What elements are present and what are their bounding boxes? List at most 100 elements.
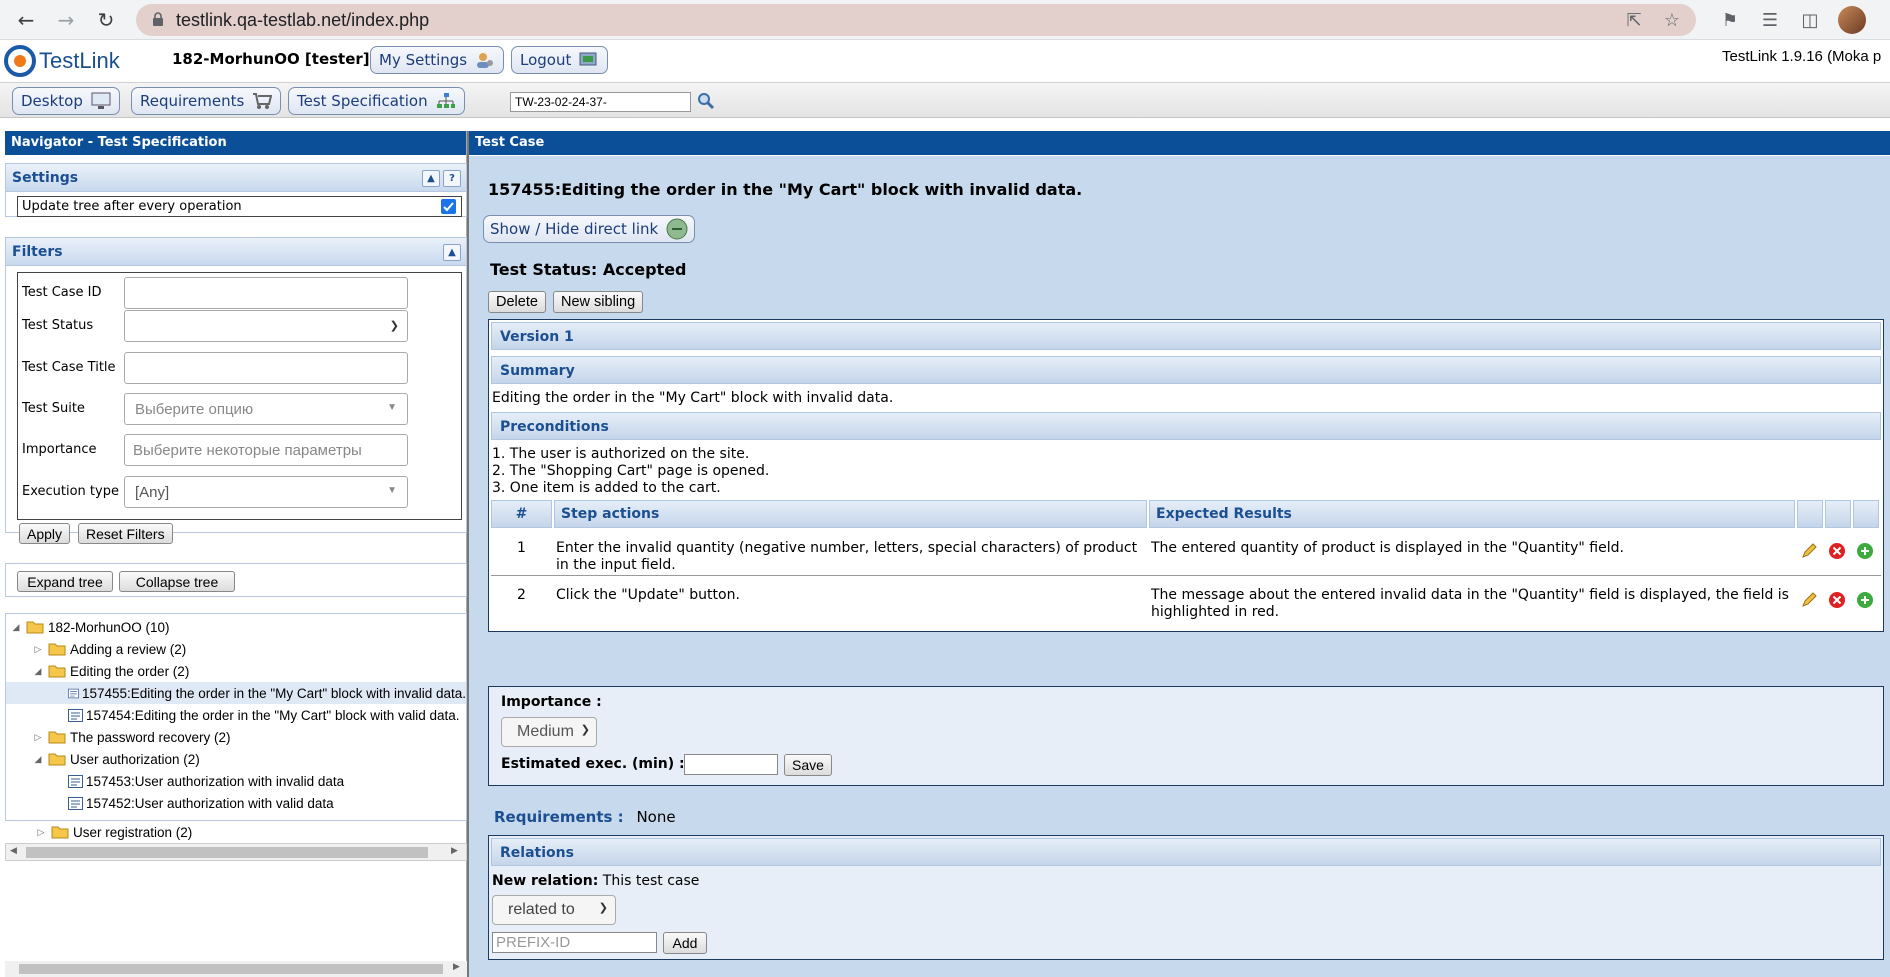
help-icon[interactable]: ? (443, 170, 461, 187)
filter-execution-type: Execution type [Any] ▼ (18, 476, 461, 517)
logo-text: TestLink (39, 48, 120, 73)
filter-importance: Importance Выберите некоторые параметры (18, 434, 461, 475)
precondition-item: 3. One item is added to the cart. (492, 480, 721, 496)
menu-requirements[interactable]: Requirements (131, 87, 282, 115)
collapse-up-icon[interactable]: ▲ (422, 170, 440, 187)
menu-requirements-label: Requirements (140, 92, 245, 110)
step-row: 1 Enter the invalid quantity (negative n… (491, 528, 1881, 576)
scroll-right-icon[interactable]: ▶ (451, 846, 458, 856)
expand-tree-button[interactable]: Expand tree (17, 571, 113, 592)
address-bar[interactable]: testlink.qa-testlab.net/index.php ⇱ ☆ (136, 4, 1696, 36)
tree-node-suite[interactable]: ▷ User registration (2) (35, 821, 193, 843)
tree-node-suite[interactable]: ◢ Editing the order (2) (32, 660, 190, 682)
importance-multiselect[interactable]: Выберите некоторые параметры (124, 434, 408, 466)
steps-col-actions: Step actions (554, 500, 1147, 528)
tree-horizontal-scrollbar[interactable]: ◀ ▶ (5, 843, 467, 861)
tree-node-suite[interactable]: ▷ Adding a review (2) (32, 638, 187, 660)
reload-icon[interactable]: ↻ (92, 6, 120, 34)
relations-box: Relations New relation: This test case r… (488, 835, 1884, 960)
my-settings-button[interactable]: My Settings (370, 46, 505, 74)
menu-test-specification[interactable]: Test Specification (288, 87, 465, 115)
prefix-id-input[interactable]: PREFIX-ID (492, 932, 657, 953)
logout-icon (579, 52, 597, 66)
bookmark-star-icon[interactable]: ☆ (1660, 8, 1684, 32)
folder-icon (51, 826, 69, 839)
delete-step-icon[interactable] (1828, 591, 1846, 609)
tree-node-testcase[interactable]: 157452:User authorization with valid dat… (68, 792, 334, 814)
menu-desktop-label: Desktop (21, 92, 83, 110)
add-step-icon[interactable] (1856, 542, 1874, 560)
show-hide-link-button[interactable]: Show / Hide direct link (483, 215, 696, 243)
add-step-icon[interactable] (1856, 591, 1874, 609)
collapse-tree-button[interactable]: Collapse tree (119, 571, 235, 592)
test-suite-select[interactable]: Выберите опцию ▼ (124, 393, 408, 425)
menu-desktop[interactable]: Desktop (12, 87, 120, 115)
edit-pencil-icon[interactable] (1800, 542, 1818, 560)
reset-filters-button[interactable]: Reset Filters (78, 523, 173, 544)
importance-select[interactable]: Medium ❯ (501, 717, 597, 747)
sidepanel-icon[interactable]: ◫ (1798, 8, 1822, 32)
scrollbar-thumb[interactable] (26, 847, 428, 858)
logout-button[interactable]: Logout (511, 46, 609, 74)
tree-node-root[interactable]: ◢ 182-MorhunOO (10) (10, 616, 170, 638)
update-tree-checkbox[interactable] (441, 199, 456, 214)
estimated-exec-input[interactable] (684, 754, 778, 775)
tree-node-testcase[interactable]: 157454:Editing the order in the "My Cart… (68, 704, 460, 726)
main-menu: Desktop Requirements Test Specification … (0, 82, 1890, 118)
settings-section: Settings ▲ ? Update tree after every ope… (5, 163, 467, 217)
tree-node-label: 157454:Editing the order in the "My Cart… (86, 707, 460, 723)
summary-title: Summary (491, 356, 1881, 384)
relation-type-select[interactable]: related to ❯ (492, 895, 616, 925)
folder-icon (48, 731, 66, 744)
step-number: 2 (517, 587, 526, 603)
delete-button[interactable]: Delete (488, 291, 546, 313)
testlink-logo[interactable]: TestLink (4, 45, 120, 77)
test-status-select[interactable]: ❯ (124, 310, 408, 342)
filters-header: Filters ▲ (6, 238, 466, 266)
profile-avatar[interactable] (1838, 6, 1866, 34)
add-relation-button[interactable]: Add (663, 932, 707, 954)
testcase-search-input[interactable]: TW-23-02-24-37- (510, 92, 691, 112)
execution-type-value: [Any] (135, 483, 170, 501)
checkmark-icon (443, 202, 454, 212)
desktop-icon (91, 92, 111, 109)
new-relation-label: New relation: (492, 873, 599, 889)
filter-test-suite: Test Suite Выберите опцию ▼ (18, 393, 461, 434)
scroll-left-icon[interactable]: ◀ (10, 846, 17, 856)
edit-pencil-icon[interactable] (1800, 591, 1818, 609)
new-sibling-button[interactable]: New sibling (553, 291, 644, 313)
testcase-id-input[interactable] (124, 277, 408, 309)
media-icon[interactable]: ☰ (1758, 8, 1782, 32)
delete-step-icon[interactable] (1828, 542, 1846, 560)
extensions-icon[interactable]: ⚑ (1718, 8, 1742, 32)
back-icon[interactable]: ← (12, 6, 40, 34)
tree-node-label: User authorization (2) (70, 751, 200, 767)
execution-type-select[interactable]: [Any] ▼ (124, 476, 408, 508)
page-horizontal-scrollbar[interactable]: ▶ (5, 961, 467, 977)
tree-node-suite[interactable]: ▷ The password recovery (2) (32, 726, 231, 748)
update-tree-row: Update tree after every operation (17, 196, 462, 217)
search-icon[interactable] (697, 92, 715, 110)
collapse-up-icon[interactable]: ▲ (443, 244, 461, 261)
scroll-right-icon[interactable]: ▶ (453, 962, 460, 972)
scrollbar-thumb[interactable] (19, 964, 443, 974)
testcase-icon (68, 796, 83, 810)
test-suite-value: Выберите опцию (135, 400, 254, 418)
testcase-title-input[interactable] (124, 352, 408, 384)
steps-col-add (1853, 500, 1879, 528)
folder-open-icon (26, 621, 44, 634)
share-icon[interactable]: ⇱ (1622, 8, 1646, 32)
save-button[interactable]: Save (784, 754, 832, 776)
steps-col-num: # (491, 500, 552, 528)
tree-node-testcase-selected[interactable]: 157455:Editing the order in the "My Cart… (6, 682, 466, 704)
forward-icon[interactable]: → (52, 6, 80, 34)
tree-node-label: 157453:User authorization with invalid d… (86, 773, 345, 789)
version-box: Version 1 Summary Editing the order in t… (488, 319, 1884, 632)
expanded-triangle-icon: ◢ (12, 621, 20, 632)
tree-node-testcase[interactable]: 157453:User authorization with invalid d… (68, 770, 344, 792)
collapsed-triangle-icon: ▷ (34, 643, 42, 654)
tree-node-suite[interactable]: ◢ User authorization (2) (32, 748, 200, 770)
apply-button[interactable]: Apply (19, 523, 71, 544)
test-spec-tree: ◢ 182-MorhunOO (10) ▷ Adding a review (2… (5, 613, 467, 821)
filters-section: Filters ▲ Test Case ID Test Status ❯ Tes… (5, 237, 467, 544)
